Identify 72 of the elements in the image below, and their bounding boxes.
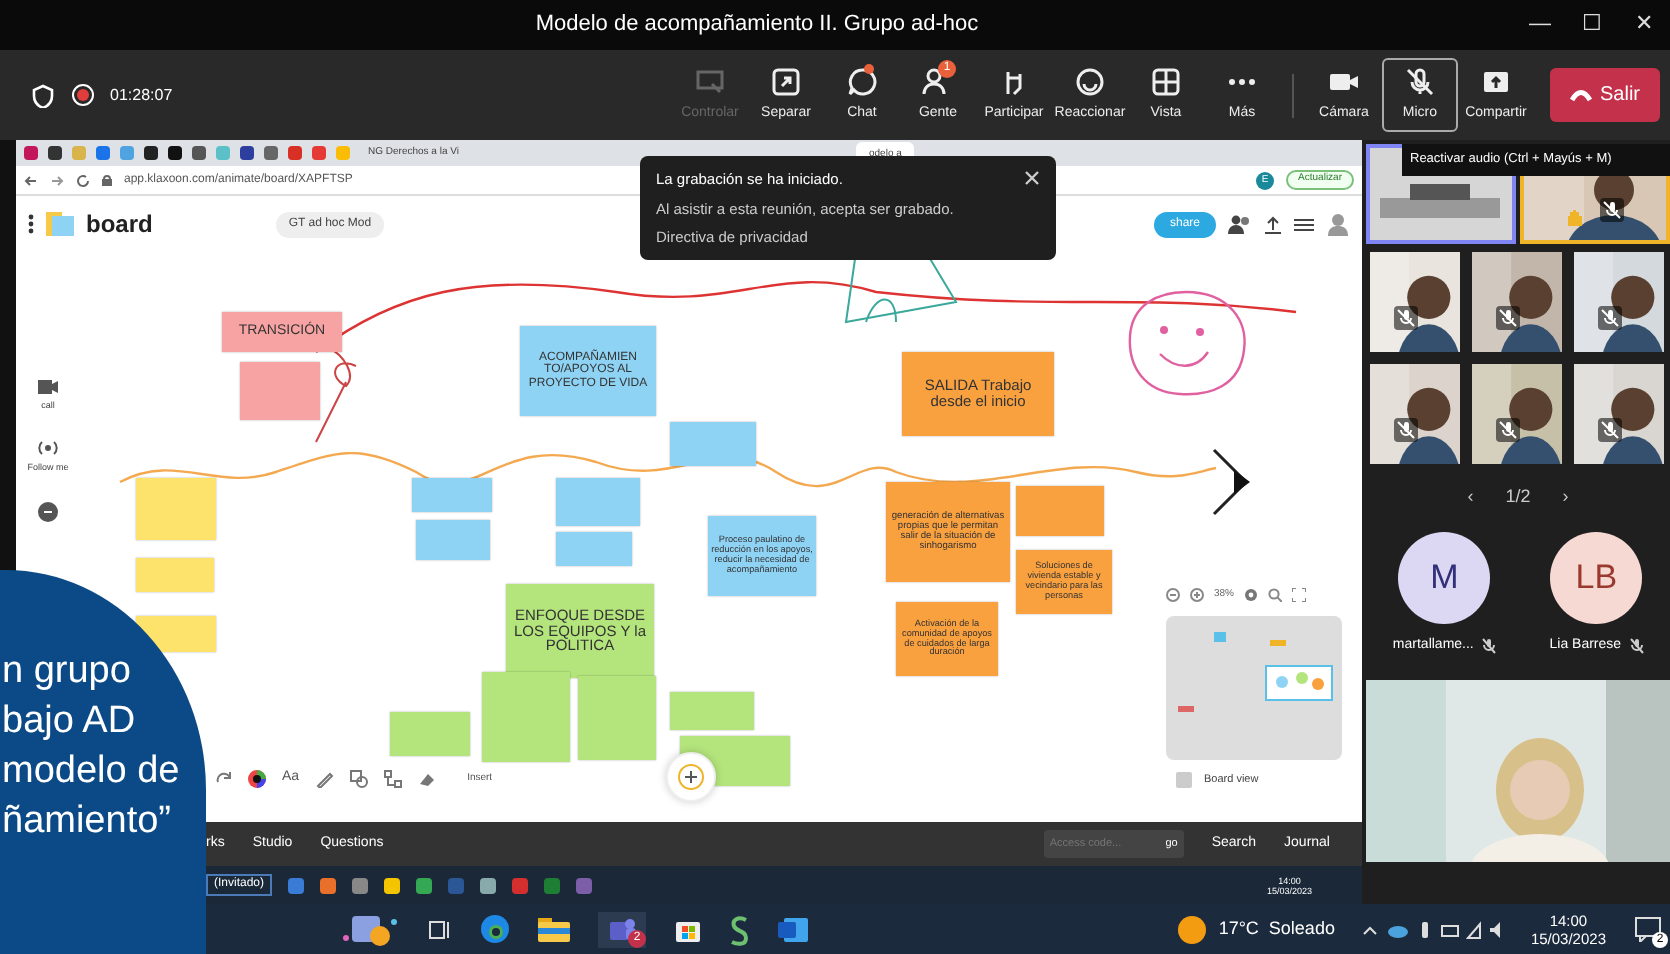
screen-icon: [693, 65, 726, 98]
board-view-icon: [1176, 772, 1192, 789]
mic-off-icon: [1403, 65, 1436, 98]
overlay-text: n grupo: [2, 648, 133, 696]
task-view-icon[interactable]: [428, 917, 452, 941]
forward-icon[interactable]: [50, 173, 64, 187]
teams-icon: [608, 915, 636, 943]
meeting-timer: 01:28:07: [110, 83, 173, 107]
tab-favicon-icon[interactable]: [168, 146, 182, 160]
avatar: LB: [1550, 531, 1643, 623]
reload-icon[interactable]: [76, 173, 90, 187]
lock-icon: [102, 174, 112, 186]
shield-icon: [32, 83, 54, 107]
popout-icon: [769, 65, 802, 98]
sun-icon: [1178, 915, 1207, 943]
video-tile[interactable]: [1366, 360, 1464, 468]
leave-button[interactable]: Salir: [1549, 68, 1660, 122]
redo-icon[interactable]: [216, 770, 232, 787]
weather-text: 17°C Soleado: [1218, 915, 1335, 942]
zoom-in-icon[interactable]: [1190, 588, 1204, 603]
plus-icon: [678, 764, 704, 790]
chat-icon: [845, 65, 878, 98]
video-tile[interactable]: [1468, 360, 1566, 468]
broadcast-icon[interactable]: [36, 439, 60, 456]
previous-page-button[interactable]: ‹: [1467, 484, 1474, 511]
video-tile[interactable]: [1468, 248, 1566, 356]
upload-icon[interactable]: [1264, 215, 1282, 233]
video-tile[interactable]: [1570, 360, 1668, 468]
close-icon[interactable]: [1024, 170, 1040, 186]
avatar: M: [1398, 531, 1491, 623]
people-icon[interactable]: [1228, 214, 1252, 234]
video-icon[interactable]: [38, 380, 58, 394]
settings-icon[interactable]: [1244, 588, 1259, 603]
tab-favicon-icon[interactable]: [240, 146, 254, 160]
raised-hand-icon: [1564, 208, 1584, 228]
chevron-drawing: [1210, 446, 1254, 518]
video-tile[interactable]: [1570, 248, 1668, 356]
user-icon[interactable]: [1326, 212, 1350, 236]
browser-icon[interactable]: [480, 914, 510, 944]
word-icon[interactable]: [778, 915, 808, 943]
connector-icon[interactable]: [383, 769, 402, 788]
folder-icon: [46, 212, 74, 236]
grid-icon: [1149, 65, 1182, 98]
fullscreen-icon[interactable]: [1292, 588, 1307, 603]
tab-favicon-icon[interactable]: [144, 146, 158, 160]
smile-icon: [1073, 65, 1106, 98]
pen-icon[interactable]: [315, 769, 334, 788]
back-icon[interactable]: [24, 173, 38, 187]
settings-icon[interactable]: [1294, 215, 1314, 233]
window-title: Modelo de acompañamiento II. Grupo ad-hoc: [533, 10, 981, 41]
tab-favicon-icon[interactable]: [192, 146, 206, 160]
eraser-icon[interactable]: [417, 769, 436, 788]
shape-icon[interactable]: [349, 769, 368, 788]
maximize-button[interactable]: ☐: [1566, 8, 1618, 42]
color-wheel-icon[interactable]: [248, 769, 266, 788]
next-page-button[interactable]: ›: [1562, 484, 1569, 511]
minimize-button[interactable]: —: [1514, 8, 1566, 42]
zoom-out-icon[interactable]: [1166, 588, 1180, 603]
search-icon[interactable]: [1268, 588, 1283, 603]
menu-icon[interactable]: [28, 214, 34, 234]
close-button[interactable]: ✕: [1618, 8, 1670, 42]
overlay-text: bajo AD: [2, 698, 138, 746]
more-icon: [1225, 77, 1258, 86]
app-logo: board: [86, 208, 153, 242]
phone-icon: [1569, 89, 1592, 101]
overlay-text: modelo de: [2, 748, 182, 796]
page-indicator: 1/2: [1505, 484, 1531, 510]
folder-icon[interactable]: [538, 916, 570, 942]
video-tile[interactable]: [1366, 248, 1464, 356]
message-icon: [1634, 916, 1662, 942]
overlay-text: ñamiento”: [2, 798, 173, 846]
tab-favicon-icon[interactable]: [48, 146, 62, 160]
